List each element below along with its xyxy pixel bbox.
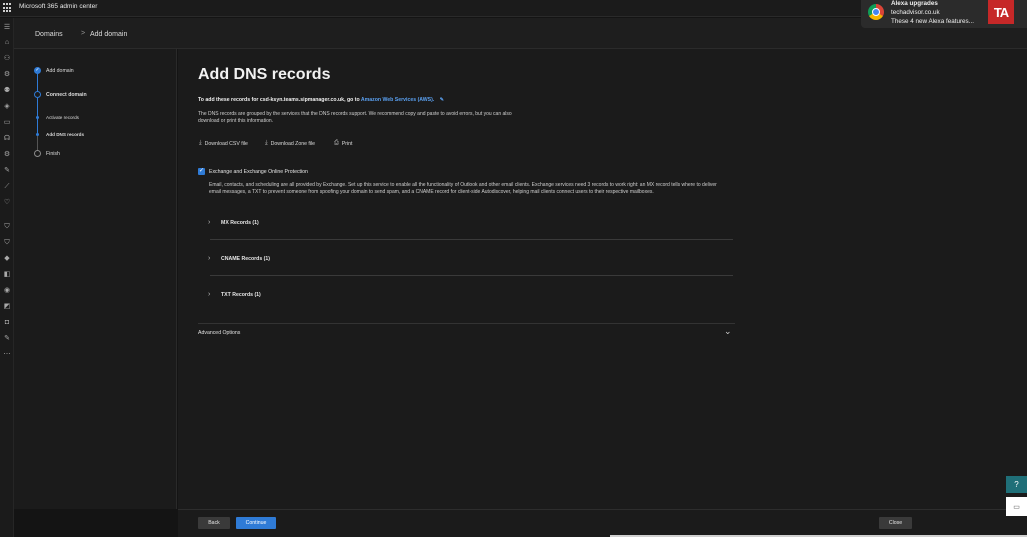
setup-icon[interactable]: ✎ <box>2 165 12 175</box>
substep-dot-icon <box>36 116 39 119</box>
step-add-dns-records: Add DNS records <box>46 132 85 137</box>
more-icon[interactable]: ⋯ <box>2 349 12 359</box>
intro-prefix: To add these records for csd-ksyn.teams.… <box>198 97 361 103</box>
txt-records-label: TXT Records (1) <box>221 292 261 298</box>
chrome-icon <box>868 4 884 20</box>
support-icon[interactable]: ☊ <box>2 133 12 143</box>
health-icon[interactable]: ♡ <box>2 197 12 207</box>
teams-icon[interactable]: ⚉ <box>2 85 12 95</box>
chevron-right-icon: › <box>208 219 211 226</box>
endpoint-icon[interactable]: ◆ <box>2 253 12 263</box>
print-icon: ⎙ <box>334 140 339 146</box>
divider <box>198 323 735 324</box>
breadcrumb-domains[interactable]: Domains <box>35 31 63 38</box>
step-activate-records: Activate records <box>46 115 79 120</box>
mx-records-label: MX Records (1) <box>221 220 259 226</box>
security-icon[interactable]: ⛉ <box>2 221 12 231</box>
step-finish: Finish <box>46 151 60 157</box>
download-icon: ⤓ <box>265 140 268 146</box>
notification-toast[interactable]: Alexa upgrades techadvisor.co.uk These 4… <box>861 0 1027 28</box>
cname-records-toggle[interactable]: › CNAME Records (1) <box>205 250 733 270</box>
feedback-button[interactable]: ▭ <box>1006 497 1027 516</box>
notification-source: techadvisor.co.uk <box>891 9 940 16</box>
reports-icon[interactable]: ⟋ <box>2 181 12 191</box>
intro-text: To add these records for csd-ksyn.teams.… <box>198 97 444 103</box>
breadcrumb-add-domain: Add domain <box>90 31 128 38</box>
left-nav-rail: ☰ ⌂ ⚇ ⚙ ⚉ ◈ ▭ ☊ ⚙ ✎ ⟋ ♡ ⛉ ⛉ ◆ ◧ ◉ ◩ ◘ ✎ … <box>0 18 14 537</box>
compliance-icon[interactable]: ⛉ <box>2 237 12 247</box>
roles-icon[interactable]: ◈ <box>2 101 12 111</box>
teams-admin-icon[interactable]: ◩ <box>2 301 12 311</box>
continue-button[interactable]: Continue <box>236 517 276 529</box>
notification-title: Alexa upgrades <box>891 0 938 7</box>
exchange-checkbox[interactable]: ✓ <box>198 168 205 175</box>
download-csv-button[interactable]: ⤓ Download CSV file <box>199 140 248 147</box>
chevron-right-icon: › <box>208 255 211 262</box>
divider <box>210 239 733 240</box>
print-button[interactable]: ⎙ Print <box>334 140 352 147</box>
step-current-icon <box>34 91 41 98</box>
billing-icon[interactable]: ▭ <box>2 117 12 127</box>
dns-description: The DNS records are grouped by the servi… <box>198 111 512 124</box>
exchange-description: Email, contacts, and scheduling are all … <box>209 182 717 195</box>
home-icon[interactable]: ⌂ <box>2 37 12 47</box>
menu-icon[interactable]: ☰ <box>2 22 12 32</box>
back-button[interactable]: Back <box>198 517 230 529</box>
settings-icon[interactable]: ⚙ <box>2 149 12 159</box>
chevron-right-icon: > <box>81 30 86 37</box>
stepper-line <box>37 73 38 93</box>
step-add-domain: Add domain <box>46 68 74 74</box>
edit-pencil-icon[interactable]: ✎ <box>440 97 444 103</box>
page-title: Add DNS records <box>198 66 331 83</box>
mx-records-toggle[interactable]: › MX Records (1) <box>205 214 733 234</box>
chevron-down-icon[interactable]: ⌄ <box>724 326 732 337</box>
techadvisor-logo: TA <box>988 0 1014 24</box>
divider <box>210 275 733 276</box>
step-connect-domain: Connect domain <box>46 92 87 98</box>
txt-records-toggle[interactable]: › TXT Records (1) <box>205 286 733 306</box>
cname-records-label: CNAME Records (1) <box>221 256 271 262</box>
app-title[interactable]: Microsoft 365 admin center <box>19 3 97 10</box>
notification-body: These 4 new Alexa features... <box>891 18 974 25</box>
sharepoint-icon[interactable]: ◉ <box>2 285 12 295</box>
devices-icon[interactable]: ⚙ <box>2 69 12 79</box>
download-icon: ⤓ <box>199 140 202 146</box>
chat-icon[interactable]: ◘ <box>2 317 12 327</box>
app-launcher-icon[interactable] <box>3 3 13 13</box>
feedback-icon: ▭ <box>1013 503 1020 511</box>
download-zone-button[interactable]: ⤓ Download Zone file <box>265 140 315 147</box>
close-button[interactable]: Close <box>879 517 912 529</box>
help-button[interactable]: ? <box>1006 476 1027 493</box>
exchange-icon[interactable]: ◧ <box>2 269 12 279</box>
download-zone-label: Download Zone file <box>270 140 316 147</box>
substep-dot-icon <box>36 133 39 136</box>
user-icon[interactable]: ⚇ <box>2 53 12 63</box>
edit-icon[interactable]: ✎ <box>2 333 12 343</box>
chevron-right-icon: › <box>208 291 211 298</box>
exchange-checkbox-label: Exchange and Exchange Online Protection <box>209 169 308 175</box>
download-csv-label: Download CSV file <box>204 140 248 147</box>
aws-link[interactable]: Amazon Web Services (AWS). <box>361 97 434 103</box>
print-label: Print <box>341 140 353 147</box>
step-pending-icon <box>34 150 41 157</box>
advanced-options-label[interactable]: Advanced Options <box>198 330 240 336</box>
help-icon: ? <box>1014 480 1019 489</box>
step-complete-icon: ✓ <box>34 67 41 74</box>
